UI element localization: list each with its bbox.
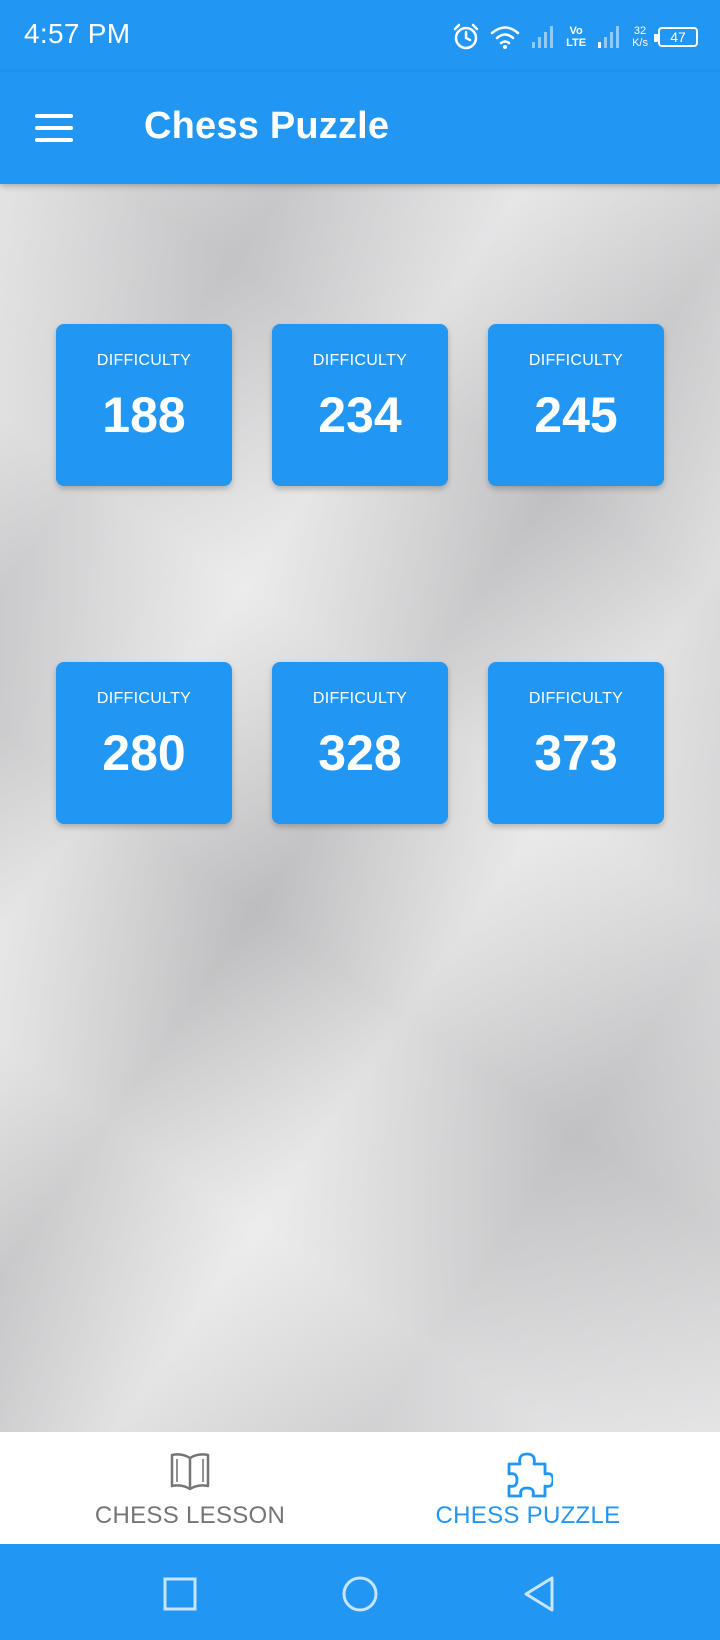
status-time: 4:57 PM bbox=[24, 18, 131, 49]
tile-value: 245 bbox=[534, 387, 618, 443]
difficulty-tile[interactable]: DIFFICULTY 188 bbox=[56, 324, 232, 486]
tile-value: 328 bbox=[318, 725, 402, 781]
recent-apps-icon[interactable] bbox=[158, 1572, 202, 1616]
screen: 4:57 PM Vo LTE 32 K/s 47 Chess Puzzle DI… bbox=[0, 0, 720, 1640]
tile-label: DIFFICULTY bbox=[96, 352, 192, 369]
nav-label-puzzle: CHESS PUZZLE bbox=[435, 1502, 621, 1529]
speed-value: 32 bbox=[633, 25, 647, 37]
system-navigation-bar bbox=[0, 1544, 720, 1640]
alarm-icon bbox=[453, 23, 479, 50]
tile-label: DIFFICULTY bbox=[312, 690, 408, 707]
tile-value: 234 bbox=[318, 387, 402, 443]
difficulty-tile[interactable]: DIFFICULTY 234 bbox=[272, 324, 448, 486]
tile-label: DIFFICULTY bbox=[528, 690, 624, 707]
status-icons: Vo LTE 32 K/s 47 bbox=[452, 20, 698, 54]
difficulty-tile[interactable]: DIFFICULTY 328 bbox=[272, 662, 448, 824]
menu-button[interactable] bbox=[26, 100, 82, 156]
bottom-navigation: CHESS LESSON CHESS PUZZLE bbox=[0, 1432, 720, 1544]
puzzle-icon bbox=[507, 1452, 553, 1498]
signal-icon bbox=[532, 26, 554, 48]
tile-value: 280 bbox=[102, 725, 186, 781]
volte-indicator: Vo LTE bbox=[566, 25, 586, 49]
tile-label: DIFFICULTY bbox=[528, 352, 624, 369]
nav-chess-lesson[interactable]: CHESS LESSON bbox=[10, 1432, 370, 1544]
battery-level: 47 bbox=[670, 29, 686, 45]
tile-value: 373 bbox=[534, 725, 618, 781]
home-icon[interactable] bbox=[338, 1572, 382, 1616]
difficulty-tile[interactable]: DIFFICULTY 373 bbox=[488, 662, 664, 824]
volte-top: Vo bbox=[569, 25, 583, 37]
page-title: Chess Puzzle bbox=[144, 105, 390, 147]
tile-label: DIFFICULTY bbox=[312, 352, 408, 369]
app-bar: Chess Puzzle bbox=[0, 72, 720, 184]
tile-label: DIFFICULTY bbox=[96, 690, 192, 707]
battery-icon: 47 bbox=[654, 27, 698, 47]
nav-label-lesson: CHESS LESSON bbox=[94, 1502, 286, 1529]
difficulty-tile[interactable]: DIFFICULTY 280 bbox=[56, 662, 232, 824]
back-icon[interactable] bbox=[518, 1572, 562, 1616]
volte-bottom: LTE bbox=[566, 37, 587, 49]
nav-chess-puzzle[interactable]: CHESS PUZZLE bbox=[348, 1432, 708, 1544]
hamburger-icon bbox=[35, 114, 73, 118]
network-speed: 32 K/s bbox=[632, 25, 648, 49]
puzzle-grid: DIFFICULTY 188 DIFFICULTY 234 DIFFICULTY… bbox=[0, 184, 720, 1432]
difficulty-tile[interactable]: DIFFICULTY 245 bbox=[488, 324, 664, 486]
tile-value: 188 bbox=[102, 387, 186, 443]
status-bar: 4:57 PM Vo LTE 32 K/s 47 bbox=[0, 0, 720, 72]
hamburger-line bbox=[35, 138, 73, 142]
wifi-icon bbox=[490, 26, 520, 49]
hamburger-line bbox=[35, 126, 73, 130]
book-icon bbox=[170, 1453, 210, 1491]
signal-icon-2 bbox=[598, 26, 620, 48]
speed-unit: K/s bbox=[632, 37, 648, 49]
